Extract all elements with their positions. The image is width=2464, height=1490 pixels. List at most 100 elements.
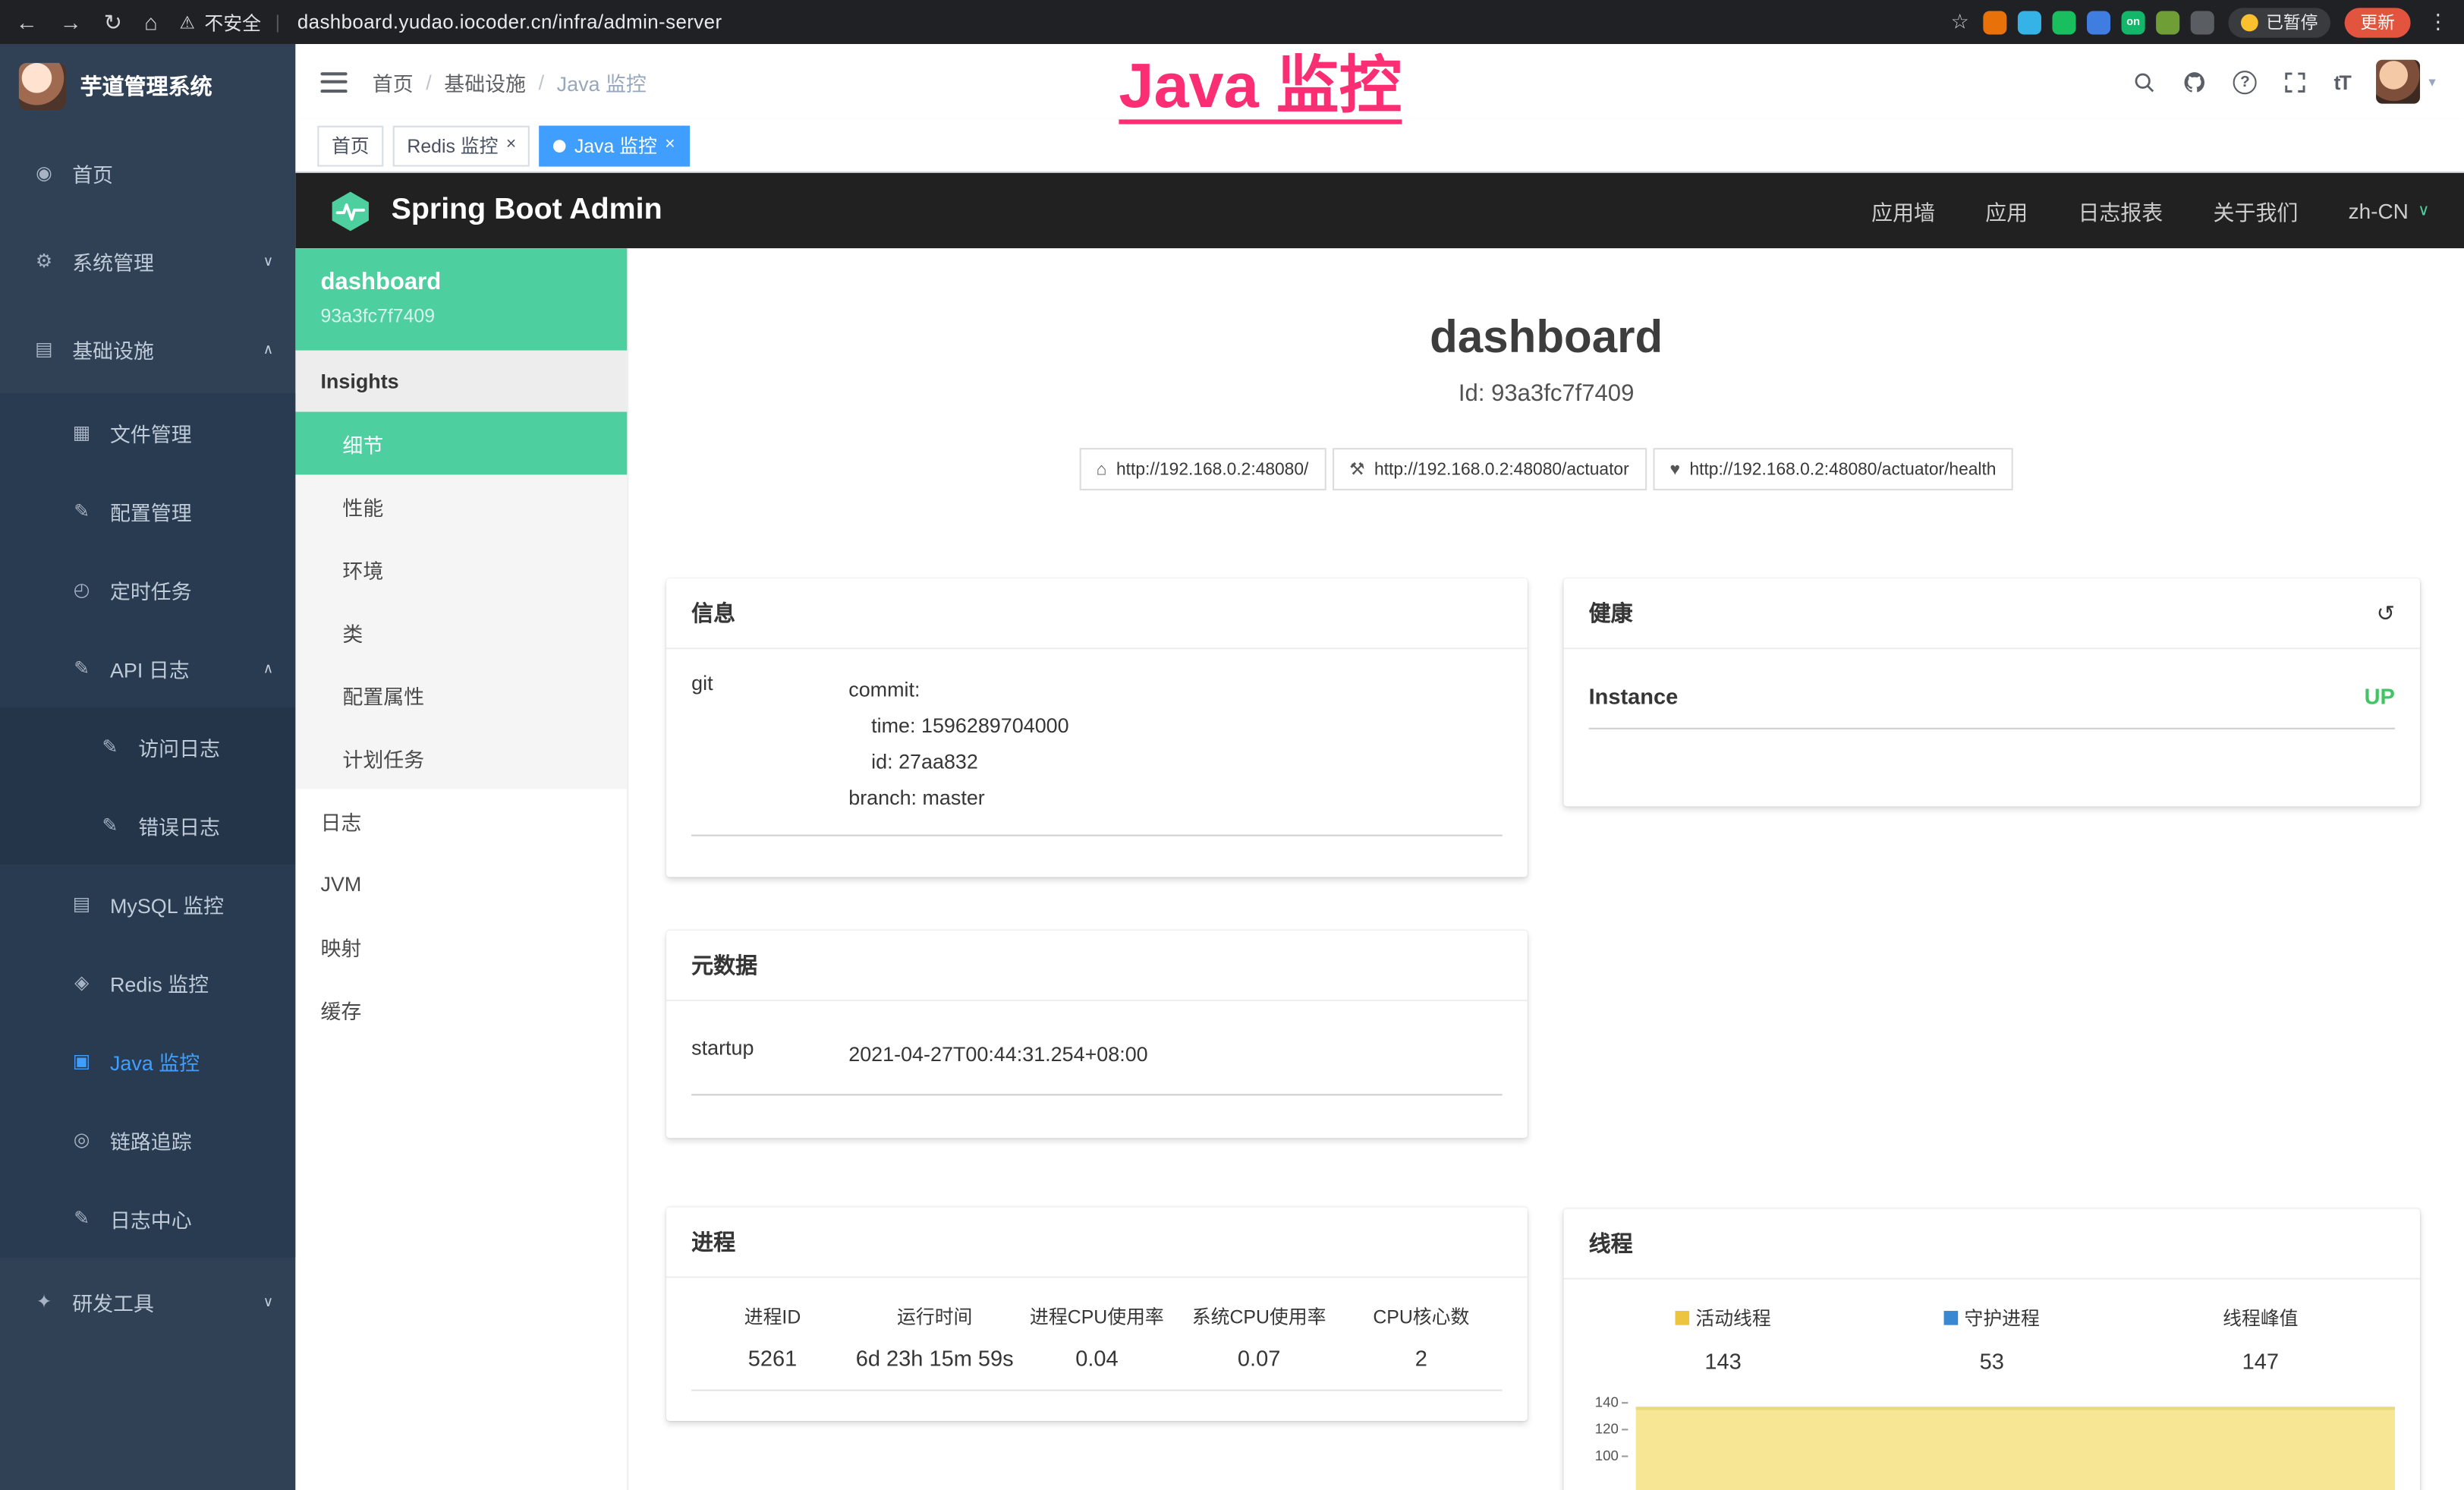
sidebar-item[interactable]: ✦ 研发工具 ∨ xyxy=(0,1258,295,1346)
github-icon[interactable] xyxy=(2183,70,2207,93)
sba-nav-item[interactable]: 关于我们 xyxy=(2214,195,2299,226)
sidebar-item[interactable]: ✎ 错误日志 xyxy=(0,786,295,865)
sidebar-item[interactable]: ◎ 链路追踪 xyxy=(0,1101,295,1180)
instance-link[interactable]: ♥http://192.168.0.2:48080/actuator/healt… xyxy=(1653,448,2014,490)
y-tick-label: 140 xyxy=(1595,1396,1629,1410)
sba-sidebar-item[interactable]: 配置属性 xyxy=(295,663,627,726)
sidebar-logo[interactable]: 芋道管理系统 xyxy=(0,44,295,129)
paused-badge[interactable]: 已暂停 xyxy=(2228,7,2330,36)
instance-name: dashboard xyxy=(320,269,602,295)
process-card: 进程 进程ID 5261 xyxy=(666,1207,1528,1421)
screenshot-root: ← → ↻ ⌂ ⚠ 不安全 | dashboard.yudao.iocoder.cn/… xyxy=(0,0,2464,1490)
sidebar-item[interactable]: ▦ 文件管理 xyxy=(0,393,295,472)
extension-green-circle-icon[interactable] xyxy=(2052,10,2075,33)
help-icon[interactable]: ? xyxy=(2233,70,2257,93)
sba-root-group: 日志JVM映射缓存 xyxy=(295,789,627,1041)
sidebar-item[interactable]: ▤ MySQL 监控 xyxy=(0,865,295,943)
sidebar-item-label: 错误日志 xyxy=(138,810,220,840)
sidebar-item[interactable]: ◉ 首页 xyxy=(0,129,295,217)
locale-selector[interactable]: zh-CN ∨ xyxy=(2349,199,2430,222)
thread-legend-item: 活动线程 143 xyxy=(1589,1305,1858,1374)
app-title: 芋道管理系统 xyxy=(80,71,212,102)
redis-monitor-icon: ◈ xyxy=(69,972,94,994)
breadcrumb-separator: / xyxy=(539,70,545,93)
sba-nav-item[interactable]: 日志报表 xyxy=(2078,195,2163,226)
extension-leaf-icon[interactable] xyxy=(2156,10,2179,33)
breadcrumb-item[interactable]: / Java 监控 xyxy=(526,67,647,96)
sba-sidebar-item[interactable]: 缓存 xyxy=(295,978,627,1041)
fullscreen-icon[interactable] xyxy=(2283,70,2307,93)
sidebar-item[interactable]: ✎ 访问日志 xyxy=(0,707,295,786)
user-menu[interactable]: ▾ xyxy=(2377,60,2436,104)
sidebar-item-label: API 日志 xyxy=(110,653,190,682)
view-tab[interactable]: 首页 xyxy=(317,125,383,166)
sidebar-item[interactable]: ⚙ 系统管理 ∨ xyxy=(0,217,295,305)
sba-nav-item[interactable]: 应用墙 xyxy=(1871,195,1935,226)
instance-link[interactable]: ⚒http://192.168.0.2:48080/actuator xyxy=(1332,448,1646,490)
chevron-icon: ∧ xyxy=(263,340,274,358)
security-chip[interactable]: ⚠ 不安全 | xyxy=(179,8,285,35)
sba-sidebar-item[interactable]: 细节 xyxy=(295,412,627,475)
sidebar-toggle-icon[interactable] xyxy=(320,71,347,92)
instance-id-line: Id: 93a3fc7f7409 xyxy=(628,380,2464,407)
sba-sidebar-item[interactable]: 环境 xyxy=(295,537,627,600)
tab-close-icon[interactable]: × xyxy=(665,137,675,154)
sba-brand: Spring Boot Admin xyxy=(392,194,662,228)
access-log-icon: ✎ xyxy=(97,736,122,758)
sba-instance-header[interactable]: dashboard 93a3fc7f7409 xyxy=(295,248,627,351)
sba-sidebar-item[interactable]: 映射 xyxy=(295,915,627,978)
process-metric-label: 运行时间 xyxy=(854,1303,1016,1330)
view-tab[interactable]: Java 监控× xyxy=(540,125,689,166)
legend-swatch xyxy=(1675,1311,1689,1325)
forward-icon[interactable]: → xyxy=(60,9,82,34)
sidebar-item-label: 配置管理 xyxy=(110,496,192,525)
extension-puzzle-icon[interactable] xyxy=(2191,10,2214,33)
sidebar-item[interactable]: ▤ 基础设施 ∧ xyxy=(0,305,295,393)
breadcrumb-label[interactable]: Java 监控 xyxy=(557,67,647,96)
breadcrumb-item[interactable]: 首页 xyxy=(373,67,414,96)
api-log-icon: ✎ xyxy=(69,657,94,679)
browser-menu-icon[interactable]: ⋮ xyxy=(2428,9,2448,34)
search-icon[interactable] xyxy=(2132,70,2156,93)
font-size-icon[interactable]: tT xyxy=(2334,70,2350,93)
bookmark-star-icon[interactable]: ☆ xyxy=(1951,9,1969,34)
address-url[interactable]: dashboard.yudao.iocoder.cn/infra/admin-s… xyxy=(297,11,722,33)
view-tab[interactable]: Redis 监控× xyxy=(393,125,530,166)
extension-blue-drop-icon[interactable] xyxy=(2018,10,2041,33)
sidebar-item[interactable]: ▣ Java 监控 xyxy=(0,1022,295,1101)
home-icon[interactable]: ⌂ xyxy=(144,9,158,34)
breadcrumb-item[interactable]: /基础设施 xyxy=(414,67,526,96)
history-icon[interactable]: ↺ xyxy=(2377,600,2395,626)
instance-link[interactable]: ⌂http://192.168.0.2:48080/ xyxy=(1079,448,1326,490)
back-icon[interactable]: ← xyxy=(16,9,38,34)
insights-group: 细节性能环境类配置属性计划任务 xyxy=(295,412,627,789)
reload-icon[interactable]: ↻ xyxy=(104,8,122,35)
sba-sidebar-item[interactable]: 类 xyxy=(295,600,627,663)
extension-on-badge-icon[interactable]: on xyxy=(2122,10,2145,33)
process-metric: 进程CPU使用率 0.04 xyxy=(1016,1303,1179,1371)
sba-sidebar-item[interactable]: 计划任务 xyxy=(295,726,627,789)
process-metric-label: CPU核心数 xyxy=(1340,1303,1503,1330)
extension-blue-grid-icon[interactable] xyxy=(2087,10,2110,33)
sidebar-item[interactable]: ◈ Redis 监控 xyxy=(0,943,295,1022)
threads-card: 线程 活动线程 143 xyxy=(1563,1208,2420,1490)
sidebar-item[interactable]: ✎ 日志中心 xyxy=(0,1179,295,1258)
sidebar-item-label: 访问日志 xyxy=(138,732,220,761)
process-metric-value: 0.07 xyxy=(1178,1346,1340,1371)
sidebar-item[interactable]: ◴ 定时任务 xyxy=(0,550,295,629)
y-tick-label: 100 xyxy=(1595,1449,1629,1463)
sba-sidebar-item[interactable]: JVM xyxy=(295,852,627,915)
sidebar-item[interactable]: ✎ API 日志 ∧ xyxy=(0,628,295,707)
sba-sidebar-item[interactable]: 性能 xyxy=(295,474,627,537)
sba-nav-item[interactable]: 应用 xyxy=(1985,195,2028,226)
update-button[interactable]: 更新 xyxy=(2345,7,2411,36)
sidebar-item-label: 定时任务 xyxy=(110,575,192,604)
extension-orange-icon[interactable] xyxy=(1983,10,2006,33)
breadcrumb-label[interactable]: 基础设施 xyxy=(444,67,526,96)
sba-sidebar-item[interactable]: 日志 xyxy=(295,789,627,852)
tab-close-icon[interactable]: × xyxy=(506,137,516,154)
breadcrumb-label[interactable]: 首页 xyxy=(373,67,414,96)
process-metric-label: 系统CPU使用率 xyxy=(1178,1303,1340,1330)
sidebar-item[interactable]: ✎ 配置管理 xyxy=(0,471,295,550)
thread-legend-item: 守护进程 53 xyxy=(1858,1305,2126,1374)
